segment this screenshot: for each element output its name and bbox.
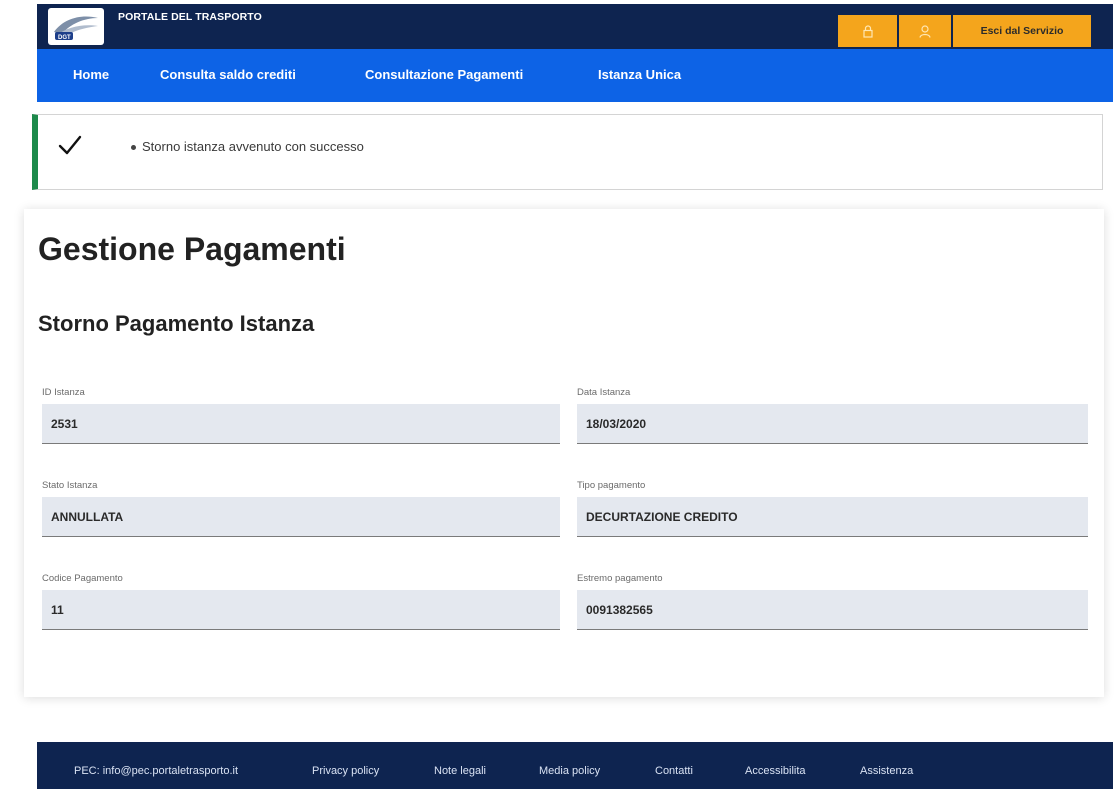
page: DGT PORTALE DEL TRASPORTO Esci dal Servi…	[0, 0, 1117, 789]
bullet-icon	[131, 145, 136, 150]
footer-privacy-link[interactable]: Privacy policy	[312, 765, 379, 777]
field-label: Data Istanza	[577, 387, 631, 398]
field-label: Tipo pagamento	[577, 480, 646, 491]
footer-media-policy-link[interactable]: Media policy	[539, 765, 600, 777]
codice-pagamento-input[interactable]: 11	[42, 590, 560, 630]
nav-consultazione-pagamenti[interactable]: Consultazione Pagamenti	[365, 67, 523, 82]
field-label: Estremo pagamento	[577, 573, 663, 584]
field-id-istanza: ID Istanza 2531	[42, 387, 560, 444]
field-tipo-pagamento: Tipo pagamento DECURTAZIONE CREDITO	[577, 480, 1088, 537]
footer-contatti-link[interactable]: Contatti	[655, 765, 693, 777]
field-stato-istanza: Stato Istanza ANNULLATA	[42, 480, 560, 537]
footer-note-legali-link[interactable]: Note legali	[434, 765, 486, 777]
user-icon	[919, 24, 931, 38]
stato-istanza-input[interactable]: ANNULLATA	[42, 497, 560, 537]
footer-accessibilita-link[interactable]: Accessibilita	[745, 765, 806, 777]
check-icon	[58, 135, 82, 155]
tipo-pagamento-input[interactable]: DECURTAZIONE CREDITO	[577, 497, 1088, 537]
field-data-istanza: Data Istanza 18/03/2020	[577, 387, 1088, 444]
footer-pec-link[interactable]: PEC: info@pec.portaletrasporto.it	[74, 765, 238, 777]
nav-consulta-saldo-crediti[interactable]: Consulta saldo crediti	[160, 67, 296, 82]
field-codice-pagamento: Codice Pagamento 11	[42, 573, 560, 630]
field-label: ID Istanza	[42, 387, 85, 398]
section-title: Storno Pagamento Istanza	[38, 311, 315, 336]
exit-service-button[interactable]: Esci dal Servizio	[953, 15, 1091, 47]
main-nav: Home Consulta saldo crediti Consultazion…	[37, 49, 1113, 102]
field-label: Stato Istanza	[42, 480, 98, 491]
footer: PEC: info@pec.portaletrasporto.it Privac…	[37, 742, 1113, 789]
lock-icon	[862, 24, 873, 38]
data-istanza-input[interactable]: 18/03/2020	[577, 404, 1088, 444]
field-label: Codice Pagamento	[42, 573, 123, 584]
nav-istanza-unica[interactable]: Istanza Unica	[598, 67, 681, 82]
page-title: Gestione Pagamenti	[38, 231, 346, 267]
nav-home[interactable]: Home	[73, 67, 109, 82]
alert-message: Storno istanza avvenuto con successo	[142, 139, 364, 154]
top-header: DGT PORTALE DEL TRASPORTO Esci dal Servi…	[37, 4, 1113, 49]
portal-logo[interactable]: DGT	[48, 8, 104, 45]
footer-assistenza-link[interactable]: Assistenza	[860, 765, 913, 777]
success-alert: Storno istanza avvenuto con successo	[32, 114, 1103, 190]
lock-button[interactable]	[838, 15, 897, 47]
id-istanza-input[interactable]: 2531	[42, 404, 560, 444]
payment-card: Gestione Pagamenti Storno Pagamento Ista…	[24, 209, 1104, 697]
svg-text:DGT: DGT	[58, 35, 71, 41]
user-button[interactable]	[899, 15, 951, 47]
estremo-pagamento-input[interactable]: 0091382565	[577, 590, 1088, 630]
portal-title: PORTALE DEL TRASPORTO	[118, 11, 262, 23]
logo-graphic: DGT	[54, 16, 98, 41]
field-estremo-pagamento: Estremo pagamento 0091382565	[577, 573, 1088, 630]
